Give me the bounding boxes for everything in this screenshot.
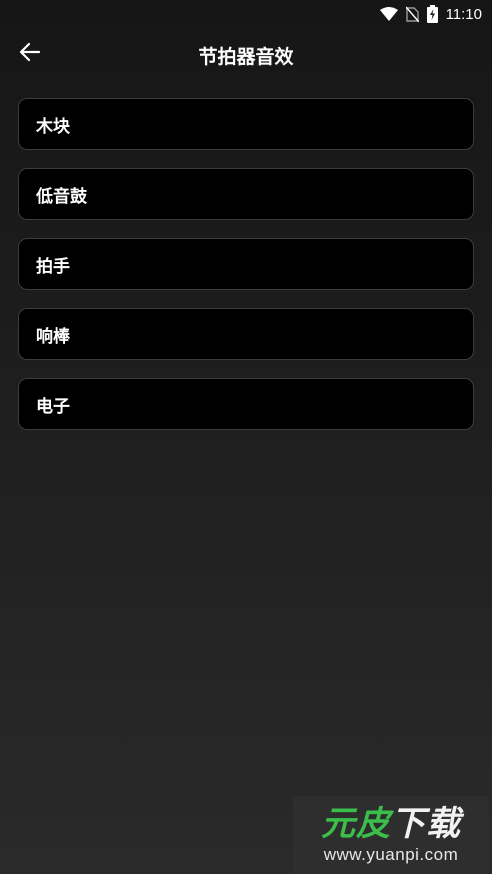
sound-option-claves[interactable]: 响棒	[18, 308, 474, 360]
wifi-icon	[379, 7, 398, 21]
status-time: 11:10	[445, 5, 482, 23]
no-sim-icon	[405, 6, 419, 22]
page-title: 节拍器音效	[198, 46, 294, 68]
watermark-url: www.yuanpi.com	[323, 845, 459, 864]
sound-option-electronic[interactable]: 电子	[18, 378, 474, 430]
sound-option-bass-drum[interactable]: 低音鼓	[18, 168, 474, 220]
battery-charging-icon	[426, 5, 438, 23]
app-bar: 节拍器音效	[0, 28, 492, 80]
sound-option-label: 响棒	[36, 326, 70, 347]
watermark-logo-part1: 元皮	[321, 804, 391, 844]
sound-option-wood-block[interactable]: 木块	[18, 98, 474, 150]
sound-option-label: 低音鼓	[36, 186, 87, 207]
sound-option-label: 木块	[36, 116, 70, 137]
sound-options-list: 木块 低音鼓 拍手 响棒 电子	[18, 98, 474, 448]
sound-option-label: 电子	[36, 396, 70, 417]
status-bar: 11:10	[0, 0, 492, 28]
sound-option-clap[interactable]: 拍手	[18, 238, 474, 290]
sound-option-label: 拍手	[36, 256, 70, 277]
watermark-logo: 元皮下载	[321, 804, 461, 844]
watermark: 元皮下载 www.yuanpi.com	[293, 796, 489, 874]
watermark-logo-part2: 下载	[391, 804, 461, 844]
